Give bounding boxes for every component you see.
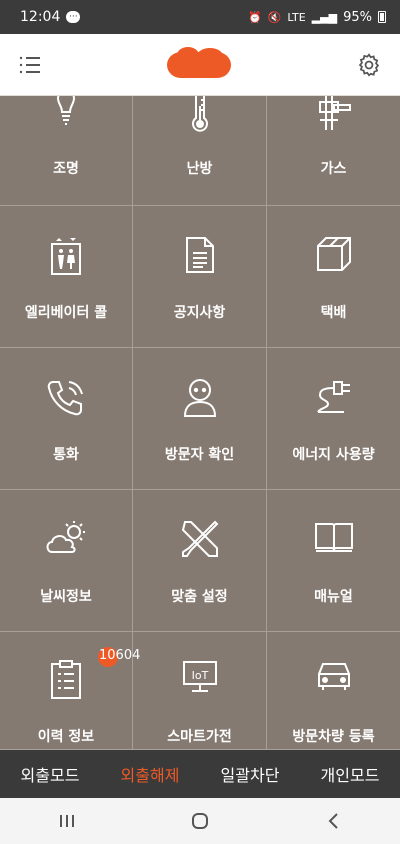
battery-percent: 95% bbox=[343, 9, 372, 25]
tile-parcel[interactable]: 택배 bbox=[267, 206, 400, 348]
clipboard-icon bbox=[50, 660, 82, 700]
mute-icon: 🔇 bbox=[267, 10, 282, 24]
tile-label: 엘리베이터 콜 bbox=[24, 305, 108, 321]
tile-label: 가스 bbox=[320, 161, 347, 177]
weather-icon bbox=[44, 520, 88, 556]
document-icon bbox=[185, 236, 215, 274]
battery-icon bbox=[378, 11, 386, 23]
mode-batch-cutoff[interactable]: 일괄차단 bbox=[221, 762, 280, 786]
tile-heating[interactable]: 난방 bbox=[133, 96, 267, 206]
package-icon bbox=[316, 236, 352, 272]
mode-personal[interactable]: 개인모드 bbox=[321, 762, 380, 786]
book-icon bbox=[314, 520, 354, 554]
notification-badge-count: 10604 bbox=[99, 648, 141, 663]
list-menu-icon[interactable] bbox=[18, 53, 42, 77]
chat-notification-icon: ··· bbox=[66, 11, 81, 23]
phone-icon bbox=[47, 378, 85, 418]
gear-icon[interactable] bbox=[356, 52, 382, 78]
tile-notice[interactable]: 공지사항 bbox=[133, 206, 267, 348]
tile-history[interactable]: 10604 이력 정보 bbox=[0, 632, 140, 750]
app-logo bbox=[167, 46, 231, 78]
tile-label: 난방 bbox=[186, 161, 213, 177]
tile-label: 조명 bbox=[53, 161, 79, 177]
gas-valve-icon bbox=[316, 96, 352, 132]
mode-away-release[interactable]: 외출해제 bbox=[121, 762, 180, 786]
thermometer-icon bbox=[188, 96, 212, 134]
tile-manual[interactable]: 매뉴얼 bbox=[267, 490, 400, 632]
tile-label: 매뉴얼 bbox=[314, 589, 353, 605]
tile-label: 방문자 확인 bbox=[164, 447, 235, 463]
tile-gas[interactable]: 가스 bbox=[267, 96, 400, 206]
tile-label: 에너지 사용량 bbox=[292, 447, 375, 463]
tile-smart-appliance[interactable]: IoT 스마트가전 bbox=[133, 632, 267, 750]
home-icon[interactable] bbox=[170, 806, 230, 836]
tile-label: 공지사항 bbox=[173, 305, 226, 321]
mode-away[interactable]: 외출모드 bbox=[21, 762, 80, 786]
tile-weather[interactable]: 날씨정보 bbox=[0, 490, 133, 632]
mode-bar: 외출모드 외출해제 일괄차단 개인모드 bbox=[0, 750, 400, 798]
visitor-icon bbox=[183, 378, 217, 418]
tile-energy-usage[interactable]: 에너지 사용량 bbox=[267, 348, 400, 490]
system-nav-bar bbox=[0, 798, 400, 844]
tile-label: 통화 bbox=[53, 447, 79, 463]
tile-label: 이력 정보 bbox=[37, 729, 95, 745]
tile-label: 방문차량 등록 bbox=[292, 729, 375, 745]
app-header bbox=[0, 34, 400, 96]
alarm-icon: ⏰ bbox=[248, 10, 262, 24]
tile-label: 날씨정보 bbox=[40, 589, 92, 605]
back-icon[interactable] bbox=[303, 806, 363, 836]
tile-visitor-check[interactable]: 방문자 확인 bbox=[133, 348, 267, 490]
tile-call[interactable]: 통화 bbox=[0, 348, 133, 490]
tile-label: 택배 bbox=[320, 305, 347, 321]
tile-label: 스마트가전 bbox=[167, 729, 232, 745]
energy-plug-icon bbox=[314, 378, 354, 416]
tile-label: 맞춤 설정 bbox=[171, 589, 228, 605]
tile-visitor-vehicle[interactable]: 방문차량 등록 bbox=[267, 632, 400, 750]
tile-elevator-call[interactable]: 엘리베이터 콜 bbox=[0, 206, 133, 348]
tile-custom-settings[interactable]: 맞춤 설정 bbox=[133, 490, 267, 632]
elevator-icon bbox=[50, 236, 82, 276]
recent-apps-icon[interactable] bbox=[37, 806, 97, 836]
status-right: ⏰ 🔇 LTE ▂▄▆ 95% bbox=[248, 10, 386, 25]
tile-lighting[interactable]: 조명 bbox=[0, 96, 133, 206]
status-bar: 12:04 ··· ⏰ 🔇 LTE ▂▄▆ 95% bbox=[0, 0, 400, 34]
iot-monitor-icon: IoT bbox=[182, 660, 218, 694]
feature-grid: 조명 난방 가스 엘리베이터 콜 공지사항 택배 통화 방문자 확인 에너지 사… bbox=[0, 96, 400, 750]
status-left: 12:04 ··· bbox=[20, 9, 81, 25]
svg-text:IoT: IoT bbox=[191, 669, 208, 682]
car-icon bbox=[315, 660, 353, 692]
signal-icon: ▂▄▆ bbox=[311, 10, 338, 24]
tools-icon bbox=[181, 520, 219, 560]
network-label: LTE bbox=[287, 10, 306, 24]
status-time: 12:04 bbox=[20, 9, 61, 25]
lightbulb-icon bbox=[49, 96, 83, 132]
